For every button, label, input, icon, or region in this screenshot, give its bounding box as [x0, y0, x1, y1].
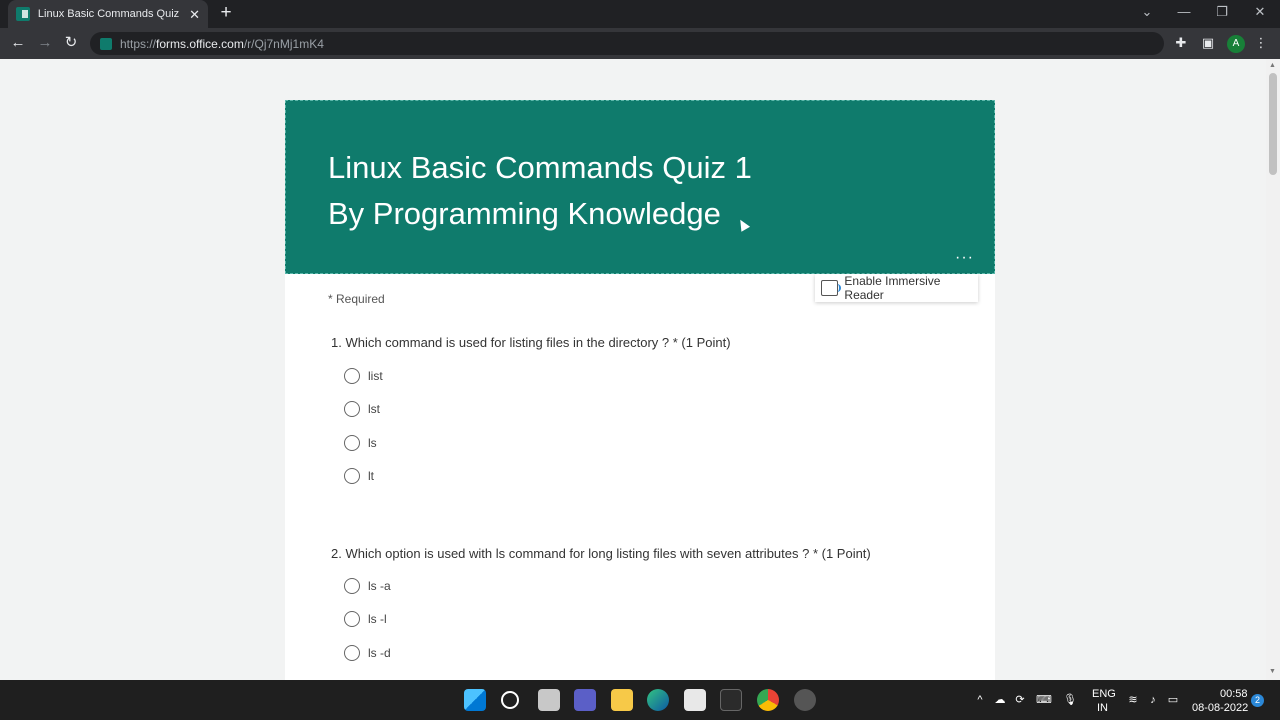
scroll-thumb[interactable]	[1269, 73, 1277, 175]
notification-badge[interactable]: 2	[1251, 694, 1264, 707]
chrome-icon[interactable]	[757, 689, 779, 711]
clock-time[interactable]: 00:58	[1220, 688, 1248, 700]
question-1: 1. Which command is used for listing fil…	[331, 335, 731, 350]
required-note: * Required	[328, 292, 385, 306]
extensions-icon[interactable]: ✚	[1173, 35, 1189, 51]
search-icon[interactable]	[501, 691, 519, 709]
close-tab-icon[interactable]: ✕	[189, 8, 200, 21]
form-card: Linux Basic Commands Quiz 1 By Programmi…	[285, 100, 995, 680]
radio-button[interactable]	[344, 468, 360, 484]
obs-icon[interactable]	[794, 689, 816, 711]
page-viewport: Linux Basic Commands Quiz 1 By Programmi…	[0, 59, 1266, 680]
immersive-reader-label: Enable Immersive Reader	[844, 274, 941, 302]
option-ls-l[interactable]: ls -l	[344, 611, 387, 627]
reload-icon[interactable]: ↻	[62, 34, 80, 52]
volume-icon[interactable]: ♪	[1146, 693, 1160, 707]
immersive-reader-button[interactable]: Enable Immersive Reader	[815, 274, 978, 302]
clock-date[interactable]: 08-08-2022	[1192, 702, 1248, 714]
back-icon[interactable]: ←	[9, 34, 27, 52]
teams-chat-icon[interactable]	[574, 689, 596, 711]
radio-button[interactable]	[344, 435, 360, 451]
radio-button[interactable]	[344, 578, 360, 594]
tab-title: Linux Basic Commands Quiz 1 By	[37, 8, 183, 20]
windows-taskbar: ^ ☁ ⟳ ⌨ 🎙 ENG IN ≋ ♪ ▭ 00:58 08-08-2022	[0, 680, 1280, 720]
question-2: 2. Which option is used with ls command …	[331, 546, 871, 561]
page-scrollbar[interactable]: ▲ ▼	[1266, 59, 1280, 680]
close-window-icon[interactable]: ✕	[1250, 4, 1270, 20]
radio-button[interactable]	[344, 611, 360, 627]
show-hidden-icons-icon[interactable]: ^	[973, 693, 987, 707]
task-view-icon[interactable]	[538, 689, 560, 711]
start-icon[interactable]	[464, 689, 486, 711]
new-tab-icon[interactable]: +	[216, 3, 236, 23]
onedrive-icon[interactable]: ☁	[993, 693, 1007, 707]
forward-icon[interactable]: →	[36, 34, 54, 52]
address-bar[interactable]: https://forms.office.com/r/Qj7nMj1mK4	[90, 32, 1164, 55]
option-list[interactable]: list	[344, 368, 383, 384]
sync-icon[interactable]: ⟳	[1013, 693, 1027, 707]
profile-avatar[interactable]: A	[1227, 35, 1245, 53]
language-bottom[interactable]: IN	[1097, 702, 1108, 714]
form-header: Linux Basic Commands Quiz 1 By Programmi…	[285, 100, 995, 274]
language-top[interactable]: ENG	[1092, 688, 1116, 700]
side-panel-icon[interactable]: ▣	[1200, 35, 1216, 51]
restore-icon[interactable]: ❐	[1212, 4, 1232, 20]
battery-icon[interactable]: ▭	[1166, 693, 1180, 707]
forms-favicon-icon	[16, 7, 30, 21]
edge-icon[interactable]	[647, 689, 669, 711]
url-text: https://forms.office.com/r/Qj7nMj1mK4	[120, 36, 324, 51]
option-lst[interactable]: lst	[344, 401, 380, 417]
minimize-icon[interactable]: —	[1174, 4, 1194, 19]
keyboard-icon[interactable]: ⌨	[1036, 693, 1052, 707]
scroll-up-icon[interactable]: ▲	[1269, 62, 1276, 69]
app-icon[interactable]	[720, 689, 742, 711]
microphone-icon[interactable]: 🎙	[1063, 693, 1077, 707]
option-ls[interactable]: ls	[344, 435, 377, 451]
option-lt[interactable]: lt	[344, 468, 374, 484]
option-ls-d[interactable]: ls -d	[344, 645, 391, 661]
more-options-icon[interactable]: ···	[955, 249, 974, 267]
radio-button[interactable]	[344, 368, 360, 384]
form-title: Linux Basic Commands Quiz 1 By Programmi…	[328, 150, 752, 231]
wifi-icon[interactable]: ≋	[1126, 693, 1140, 707]
scroll-down-icon[interactable]: ▼	[1269, 668, 1276, 675]
radio-button[interactable]	[344, 401, 360, 417]
tab-search-icon[interactable]: ⌄	[1137, 4, 1157, 20]
option-ls-a[interactable]: ls -a	[344, 578, 391, 594]
menu-icon[interactable]: ⋮	[1253, 35, 1269, 51]
file-explorer-icon[interactable]	[611, 689, 633, 711]
browser-tab[interactable]: Linux Basic Commands Quiz 1 By ✕	[8, 0, 208, 28]
store-icon[interactable]	[684, 689, 706, 711]
site-favicon-icon	[100, 37, 112, 50]
radio-button[interactable]	[344, 645, 360, 661]
browser-tab-bar: Linux Basic Commands Quiz 1 By ✕ + ⌄ — ❐…	[0, 0, 1280, 28]
immersive-reader-icon	[821, 280, 842, 296]
browser-toolbar: ← → ↻ https://forms.office.com/r/Qj7nMj1…	[0, 28, 1280, 59]
